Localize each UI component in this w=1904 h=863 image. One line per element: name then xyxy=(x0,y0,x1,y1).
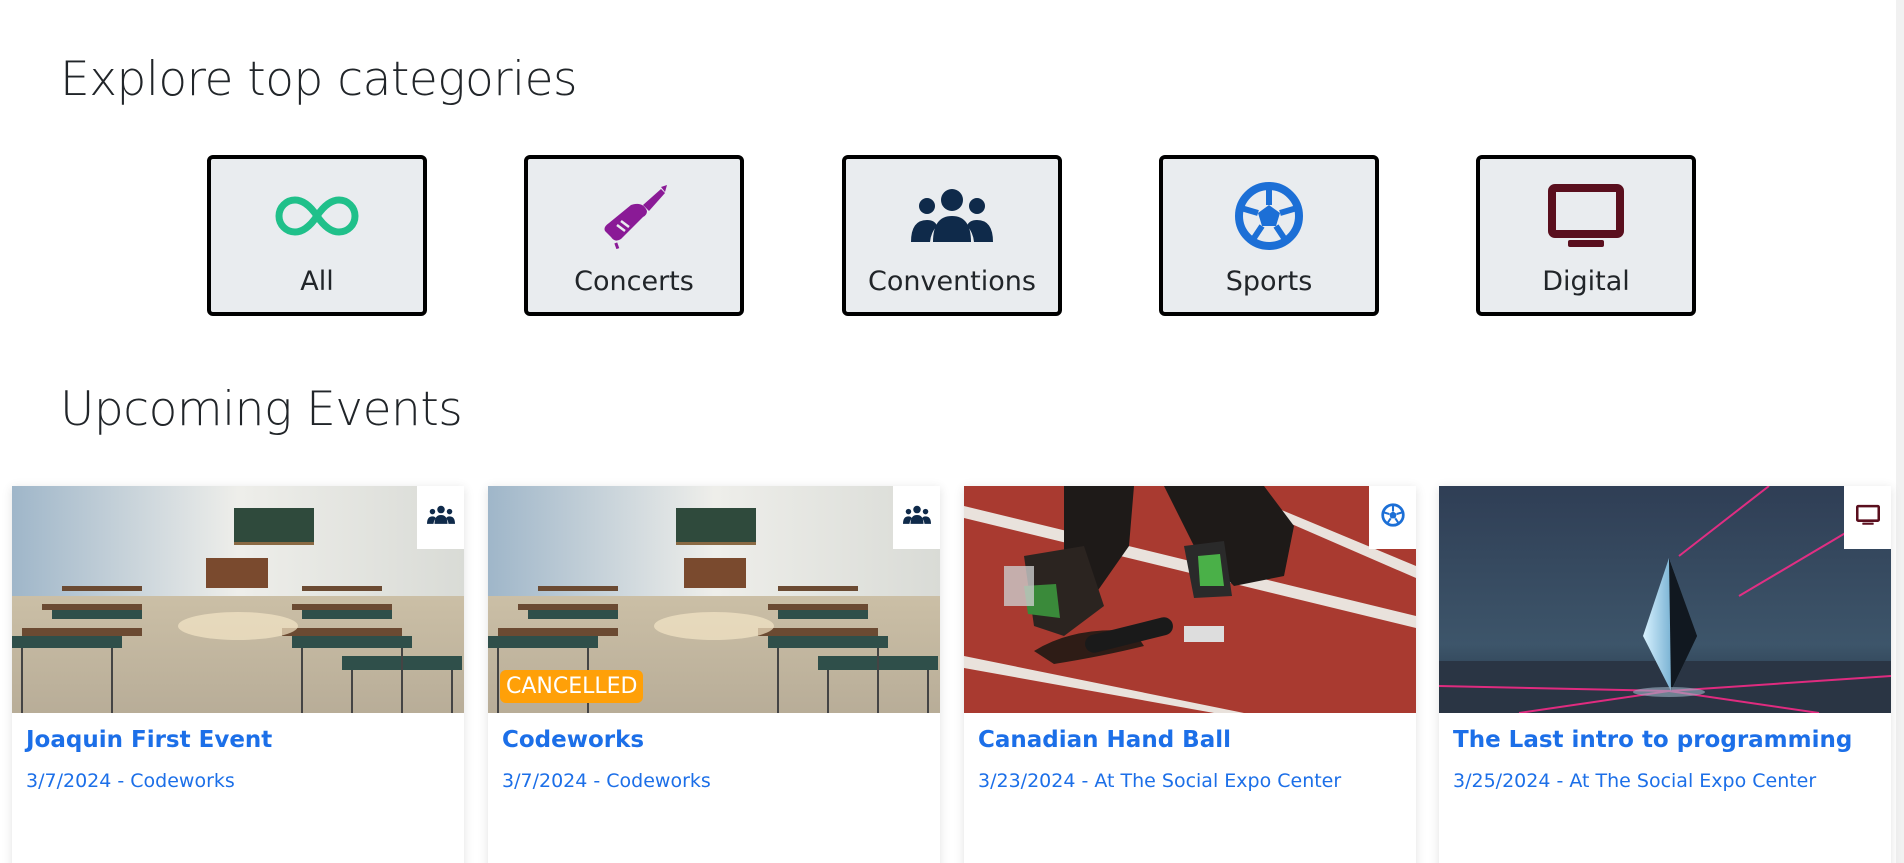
event-card[interactable]: Joaquin First Event 3/7/2024 - Codeworks xyxy=(12,486,464,863)
events-heading: Upcoming Events xyxy=(60,382,463,437)
category-label: Conventions xyxy=(868,266,1036,297)
event-image-crystal xyxy=(1439,486,1891,713)
category-card-concerts[interactable]: Concerts xyxy=(524,155,744,316)
monitor-icon xyxy=(1855,504,1880,531)
category-card-digital[interactable]: Digital xyxy=(1476,155,1696,316)
event-date-location: 3/7/2024 - Codeworks xyxy=(502,770,711,792)
categories-heading: Explore top categories xyxy=(60,52,578,107)
monitor-icon xyxy=(1480,179,1692,253)
event-title[interactable]: Canadian Hand Ball xyxy=(978,727,1231,753)
category-label: Sports xyxy=(1225,266,1313,297)
cancelled-badge: CANCELLED xyxy=(500,670,644,703)
people-group-icon xyxy=(426,505,455,530)
event-image-classroom: CANCELLED xyxy=(488,486,940,713)
scrollbar-track[interactable] xyxy=(1896,0,1904,863)
event-card[interactable]: CANCELLED Codeworks 3/7/2024 - Codeworks xyxy=(488,486,940,863)
category-label: All xyxy=(300,266,334,297)
event-title[interactable]: Codeworks xyxy=(502,727,644,753)
category-label: Concerts xyxy=(574,266,694,297)
event-type-badge xyxy=(1844,486,1891,549)
event-list: Joaquin First Event 3/7/2024 - Codeworks xyxy=(12,486,1892,863)
people-group-icon xyxy=(902,505,931,530)
soccer-ball-icon xyxy=(1380,503,1405,532)
event-date-location: 3/25/2024 - At The Social Expo Center xyxy=(1453,770,1817,792)
category-card-conventions[interactable]: Conventions xyxy=(842,155,1062,316)
event-type-badge xyxy=(1369,486,1416,549)
guitar-icon xyxy=(528,179,740,253)
event-date-location: 3/7/2024 - Codeworks xyxy=(26,770,235,792)
category-list: All Concerts Conventions Sports Digital xyxy=(207,155,1697,316)
event-type-badge xyxy=(417,486,464,549)
infinity-icon xyxy=(211,179,423,253)
category-label: Digital xyxy=(1542,266,1630,297)
event-card[interactable]: Canadian Hand Ball 3/23/2024 - At The So… xyxy=(964,486,1416,863)
event-type-badge xyxy=(893,486,940,549)
event-image-classroom xyxy=(12,486,464,713)
event-card[interactable]: The Last intro to programming 3/25/2024 … xyxy=(1439,486,1891,863)
people-group-icon xyxy=(846,179,1058,253)
category-card-all[interactable]: All xyxy=(207,155,427,316)
category-card-sports[interactable]: Sports xyxy=(1159,155,1379,316)
soccer-ball-icon xyxy=(1163,179,1375,253)
event-title[interactable]: Joaquin First Event xyxy=(26,727,272,753)
event-image-track-runner xyxy=(964,486,1416,713)
event-title[interactable]: The Last intro to programming xyxy=(1453,727,1852,753)
event-date-location: 3/23/2024 - At The Social Expo Center xyxy=(978,770,1342,792)
